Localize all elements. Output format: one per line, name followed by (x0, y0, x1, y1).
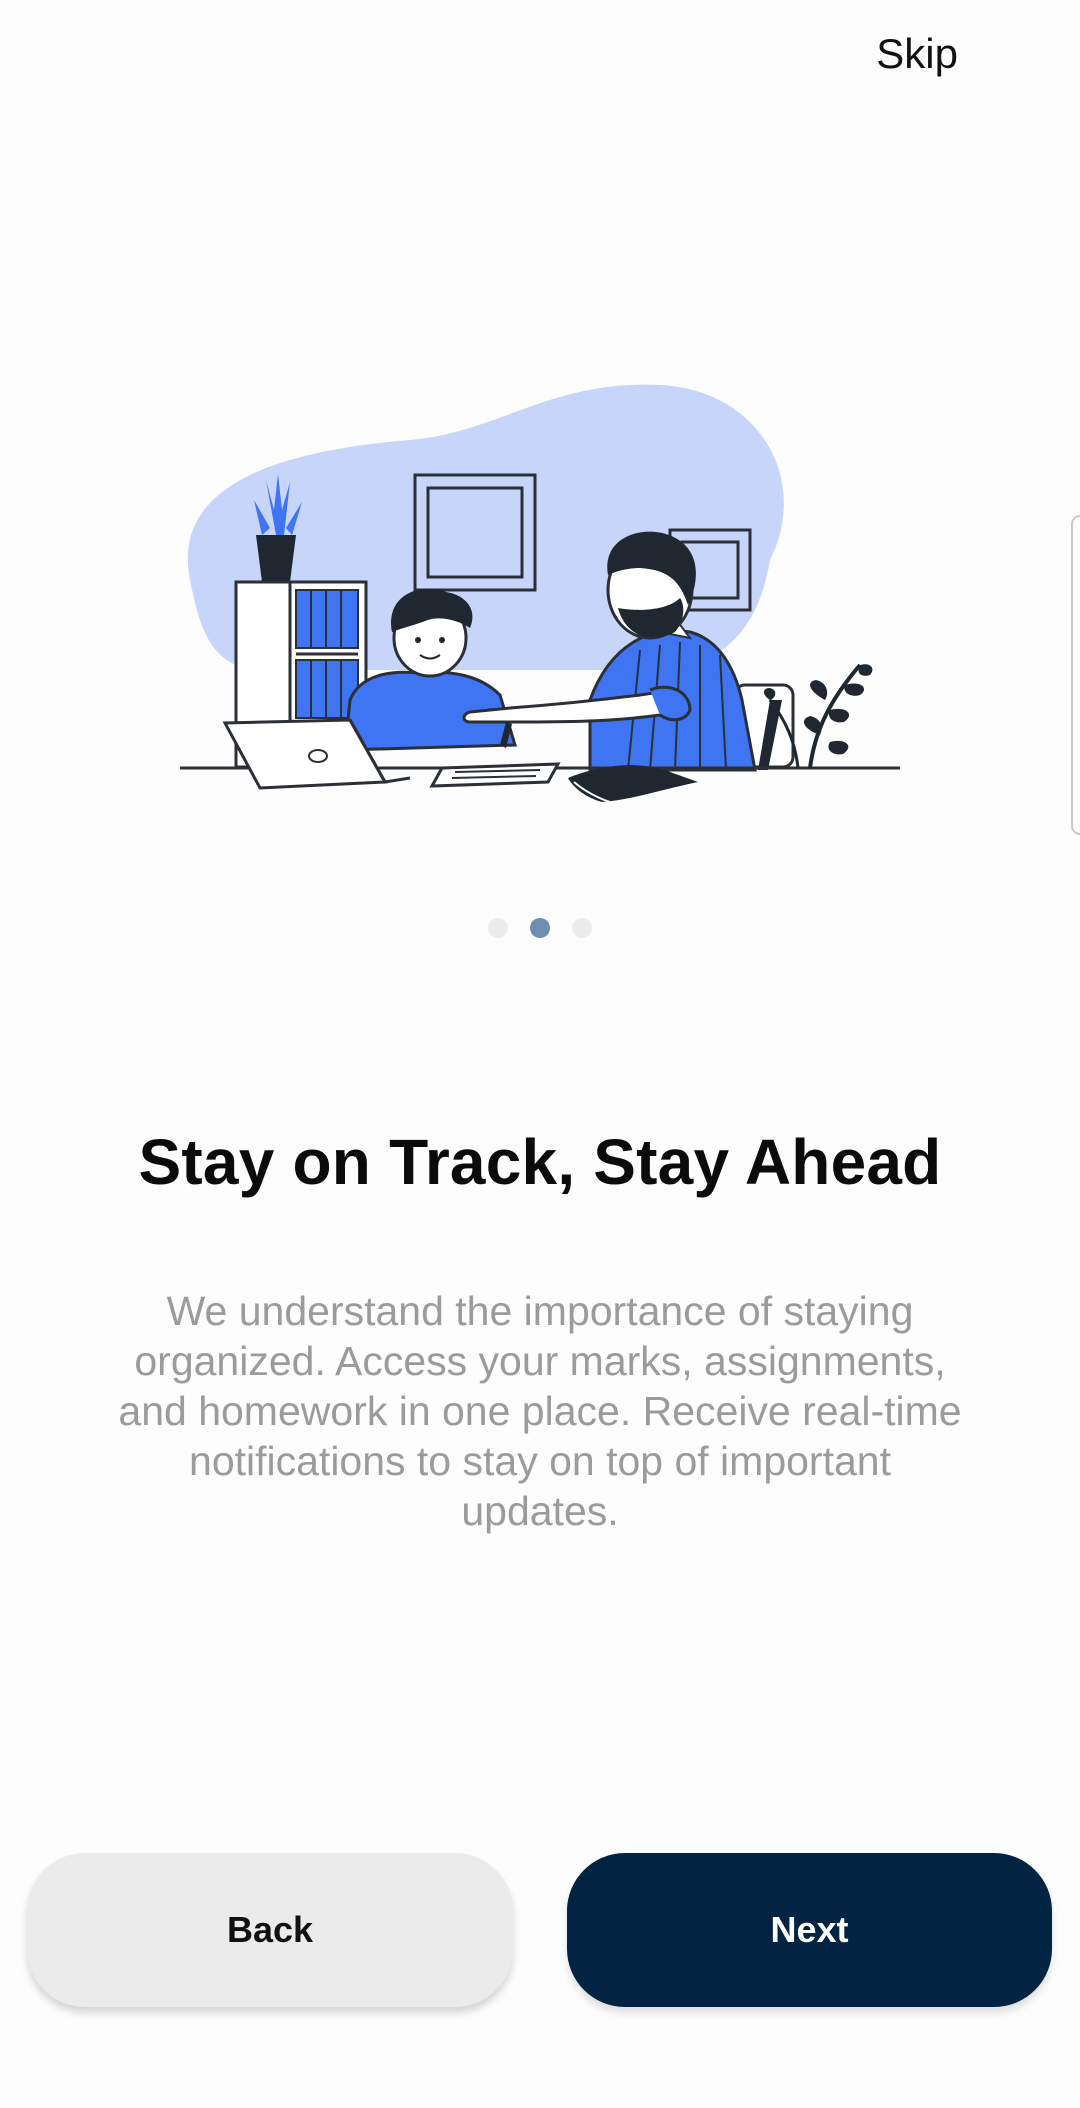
side-edge-handle[interactable] (1071, 515, 1080, 835)
skip-button[interactable]: Skip (876, 30, 958, 78)
onboarding-description: We understand the importance of staying … (118, 1288, 962, 1534)
onboarding-illustration (170, 370, 910, 820)
notebook (429, 762, 561, 788)
back-button[interactable]: Back (27, 1853, 513, 2007)
next-button-label: Next (770, 1909, 849, 1950)
page-dot-2-active[interactable] (530, 918, 550, 938)
page-dot-1[interactable] (488, 918, 508, 938)
next-button[interactable]: Next (567, 1853, 1052, 2007)
potted-plant (256, 535, 296, 582)
page-dot-3[interactable] (572, 918, 592, 938)
page-indicator (0, 918, 1080, 938)
onboarding-title: Stay on Track, Stay Ahead (138, 1126, 942, 1198)
back-button-label: Back (226, 1909, 314, 1950)
